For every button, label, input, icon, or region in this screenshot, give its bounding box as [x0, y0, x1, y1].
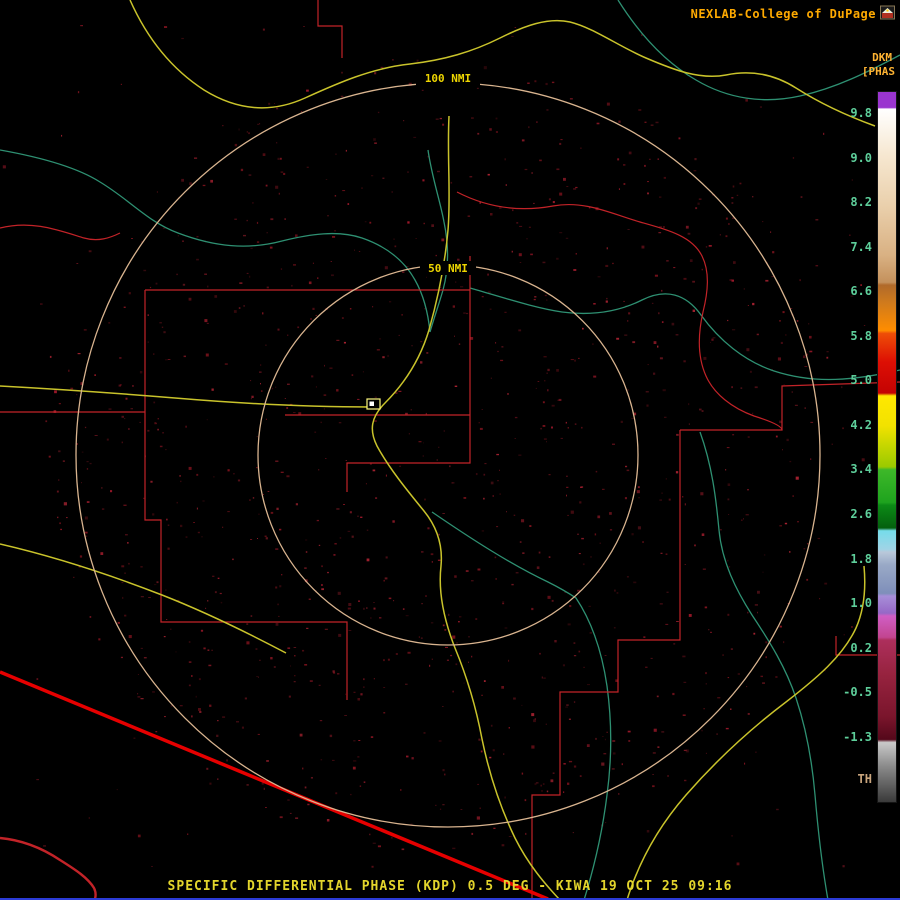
river-lines: [0, 0, 900, 900]
ring-label-50nmi: 50 NMI: [428, 262, 468, 275]
county-path: [0, 224, 121, 241]
range-ring-50nmi: [257, 264, 639, 646]
colorbar-gradient: [877, 91, 897, 803]
range-ring-100nmi: [75, 82, 821, 828]
river-path: [699, 431, 829, 900]
colorbar-tick-label: 9.0: [850, 150, 872, 165]
radar-map: 100 NMI 50 NMI: [0, 0, 900, 900]
county-border-lines: [0, 0, 900, 900]
colorbar-tick-label: 3.4: [850, 462, 872, 477]
colorbar-tick-label: 6.6: [850, 284, 872, 299]
colorbar-unit-label: DKM: [872, 51, 892, 64]
river-path: [431, 511, 612, 900]
product-title: SPECIFIC DIFFERENTIAL PHASE (KDP) 0.5 DE…: [167, 879, 733, 894]
colorbar-tick-label: 2.6: [850, 506, 872, 521]
colorbar-tick-label: 4.2: [850, 417, 872, 432]
highway-lines: [0, 0, 876, 900]
radar-site-marker: [366, 398, 381, 410]
international-border-line: [0, 670, 549, 900]
colorbar-tick-label: 0.2: [850, 640, 872, 655]
colorbar-tick-label: -0.5: [843, 685, 872, 700]
colorbar-tick-labels: TH 9.8 9.0 8.2 7.4 6.6 5.8 5.0 4.2 3.4 2.6 1.8 1.0 0…: [826, 92, 872, 802]
colorbar-scale-label: [PHAS: [861, 65, 895, 78]
colorbar-threshold-label: TH: [857, 772, 872, 786]
radar-echoes: [2, 25, 866, 868]
radar-display: 100 NMI 50 NMI NEXLAB-College of DuPage …: [0, 0, 900, 900]
radar-site-marker-fill: [369, 401, 374, 406]
colorbar-tick-label: 5.0: [850, 373, 872, 388]
county-path: [317, 0, 343, 58]
colorbar-tick-label: -1.3: [843, 729, 872, 744]
colorbar-tick-label: 1.0: [850, 596, 872, 611]
colorbar-tick-label: 5.8: [850, 328, 872, 343]
colorbar-tick-label: 9.8: [850, 106, 872, 120]
county-path: [456, 191, 783, 431]
border-path: [0, 670, 549, 900]
brand-text: NEXLAB-College of DuPage: [690, 7, 876, 21]
colorbar-tick-label: 7.4: [850, 239, 872, 254]
nexlab-logo-icon: [880, 5, 895, 20]
colorbar-tick-label: 1.8: [850, 551, 872, 566]
highway-path: [0, 385, 372, 408]
county-path: [531, 430, 681, 900]
colorbar-tick-label: 8.2: [850, 195, 872, 210]
highway-path: [371, 115, 561, 900]
river-path: [0, 149, 431, 333]
county-path: [144, 290, 348, 700]
highway-path: [0, 543, 287, 654]
county-path: [346, 415, 471, 492]
ring-label-100nmi: 100 NMI: [425, 72, 471, 85]
river-path: [427, 149, 449, 333]
range-rings: [75, 82, 821, 828]
